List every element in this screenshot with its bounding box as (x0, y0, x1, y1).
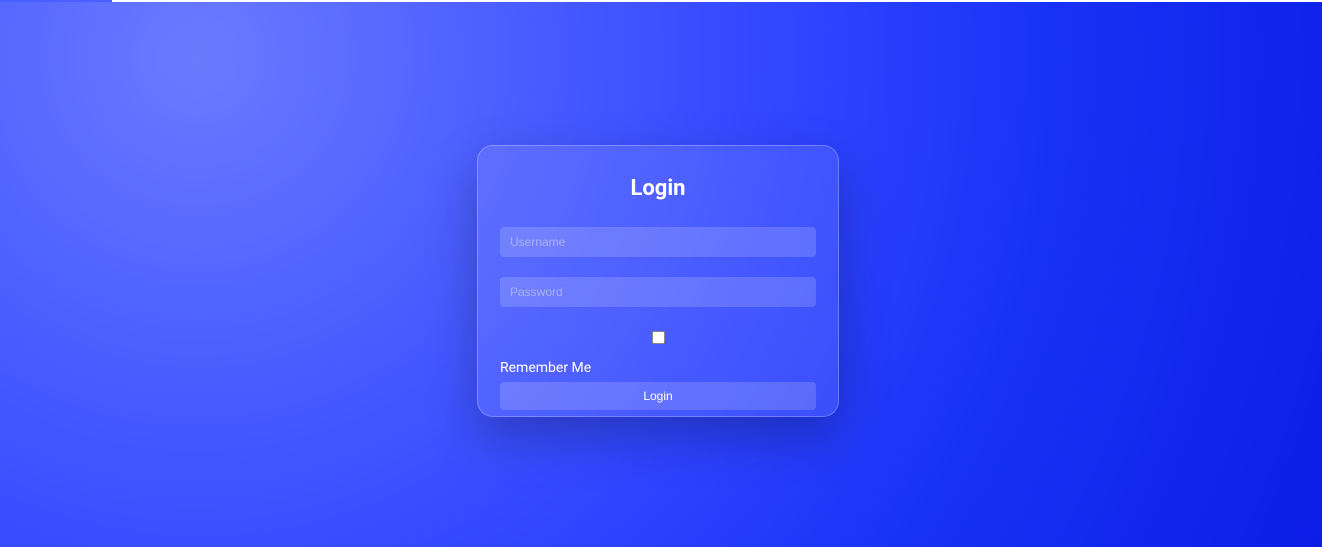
password-input[interactable] (500, 277, 816, 307)
top-bar (0, 0, 1322, 2)
login-button[interactable]: Login (500, 382, 816, 410)
progress-accent (0, 0, 112, 2)
remember-me-label: Remember Me (500, 360, 816, 376)
remember-me-checkbox[interactable] (652, 331, 665, 344)
username-input[interactable] (500, 227, 816, 257)
login-card: Login Remember Me Login (477, 145, 839, 417)
checkbox-row (500, 327, 816, 346)
login-title: Login (500, 176, 816, 201)
